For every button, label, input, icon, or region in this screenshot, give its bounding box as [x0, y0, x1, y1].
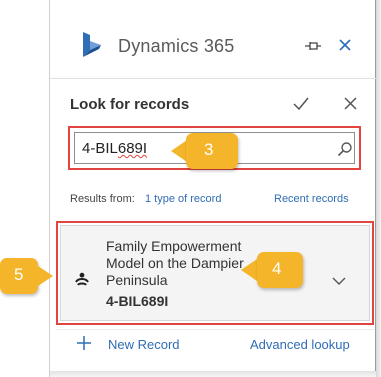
search-icon[interactable] [337, 141, 353, 157]
panel-shadow-right [376, 0, 381, 377]
results-from-label: Results from: [70, 193, 135, 205]
left-gutter [0, 0, 49, 377]
result-list-item[interactable]: Family Empowerment Model on the Dampier … [60, 225, 370, 321]
dynamics-logo-icon [83, 32, 101, 57]
lookup-title: Look for records [70, 96, 190, 113]
result-highlight-frame: Family Empowerment Model on the Dampier … [56, 221, 374, 325]
callout-5: 5 [0, 258, 38, 294]
recent-records-link[interactable]: Recent records [274, 193, 349, 205]
callout-5-number: 5 [14, 265, 24, 284]
confirm-check-icon[interactable] [292, 96, 310, 112]
record-type-icon [75, 272, 89, 286]
app-header: Dynamics 365 [50, 0, 376, 78]
footer-divider [56, 329, 374, 330]
callout-4-number: 4 [272, 259, 282, 278]
record-type-link[interactable]: 1 type of record [145, 193, 221, 205]
close-panel-icon[interactable] [337, 37, 353, 53]
plus-icon[interactable] [76, 335, 92, 351]
header-divider [50, 78, 376, 79]
callout-3-number: 3 [204, 140, 214, 159]
callout-5-pointer [38, 266, 53, 286]
callout-4: 4 [257, 252, 303, 288]
cancel-x-icon[interactable] [343, 96, 358, 111]
chevron-down-icon[interactable] [332, 277, 346, 286]
callout-3-pointer [171, 140, 187, 162]
app-title: Dynamics 365 [118, 36, 235, 56]
search-input-value: 4-BIL689I [82, 140, 148, 157]
callout-3: 3 [186, 133, 238, 169]
panel-shadow-bottom [50, 371, 376, 377]
pin-icon[interactable] [304, 39, 322, 53]
record-id: 4-BIL689I [106, 293, 169, 309]
advanced-lookup-link[interactable]: Advanced lookup [250, 337, 350, 352]
new-record-link[interactable]: New Record [108, 337, 180, 352]
callout-4-pointer [241, 259, 257, 281]
